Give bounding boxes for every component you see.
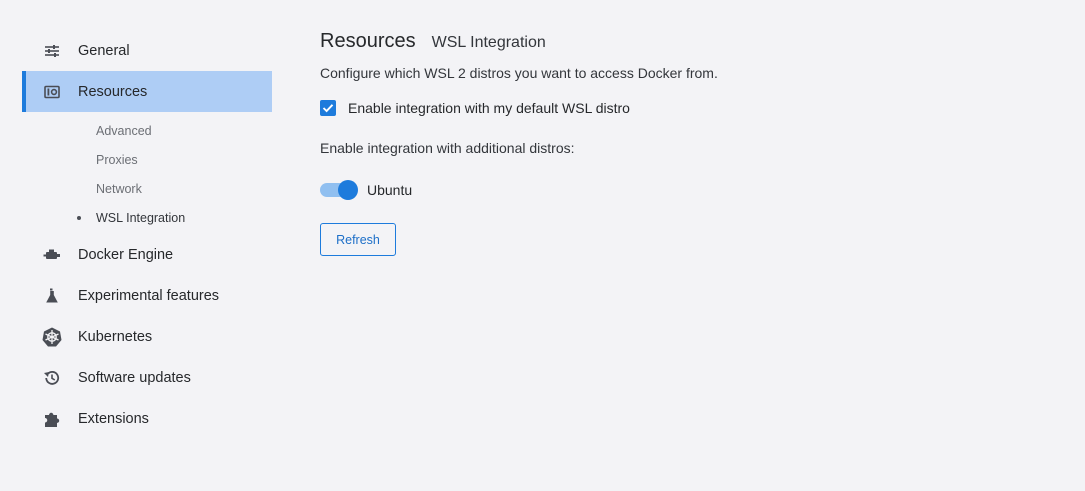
sidebar-item-kubernetes[interactable]: Kubernetes xyxy=(22,316,272,357)
sidebar-item-software-updates[interactable]: Software updates xyxy=(22,357,272,398)
settings-sidebar: General Resources Advanced Proxies Netwo… xyxy=(22,30,272,439)
distro-name: Ubuntu xyxy=(367,182,413,198)
sidebar-item-label: Extensions xyxy=(78,410,149,427)
history-icon xyxy=(42,368,62,388)
default-distro-row: Enable integration with my default WSL d… xyxy=(320,100,1020,116)
wsl-integration-panel: Resources WSL Integration Configure whic… xyxy=(320,30,1020,256)
sidebar-item-label: Experimental features xyxy=(78,287,220,304)
sidebar-item-extensions[interactable]: Extensions xyxy=(22,398,272,439)
default-distro-checkbox[interactable] xyxy=(320,100,336,116)
ubuntu-toggle[interactable] xyxy=(320,180,358,200)
resources-submenu: Advanced Proxies Network WSL Integration xyxy=(22,112,272,234)
sub-item-wsl-integration[interactable]: WSL Integration xyxy=(22,203,272,232)
sidebar-item-label: Software updates xyxy=(78,369,191,386)
kubernetes-icon xyxy=(42,327,62,347)
sidebar-item-label: Kubernetes xyxy=(78,328,153,345)
default-distro-label[interactable]: Enable integration with my default WSL d… xyxy=(348,100,630,116)
toggle-knob xyxy=(338,180,358,200)
sub-item-advanced[interactable]: Advanced xyxy=(22,116,272,145)
sidebar-item-label: Resources xyxy=(78,83,148,100)
sidebar-item-experimental-features[interactable]: Experimental features xyxy=(22,275,272,316)
additional-distros-label: Enable integration with additional distr… xyxy=(320,140,575,156)
sliders-icon xyxy=(42,41,62,61)
sub-item-label: WSL Integration xyxy=(96,210,186,225)
sidebar-item-resources[interactable]: Resources xyxy=(22,71,272,112)
sidebar-item-docker-engine[interactable]: Docker Engine xyxy=(22,234,272,275)
page-description: Configure which WSL 2 distros you want t… xyxy=(320,65,718,81)
sidebar-item-general[interactable]: General xyxy=(22,30,272,71)
sub-item-proxies[interactable]: Proxies xyxy=(22,145,272,174)
sub-item-network[interactable]: Network xyxy=(22,174,272,203)
resources-icon xyxy=(42,82,62,102)
sidebar-item-label: General xyxy=(78,42,130,59)
sidebar-item-label: Docker Engine xyxy=(78,246,174,263)
refresh-button[interactable]: Refresh xyxy=(320,223,396,256)
current-bullet xyxy=(77,215,81,220)
page-subtitle: WSL Integration xyxy=(431,34,546,51)
page-title: Resources xyxy=(320,30,416,52)
flask-icon xyxy=(42,286,62,306)
distro-row: Ubuntu xyxy=(320,180,1020,200)
puzzle-icon xyxy=(42,409,62,429)
page-header: Resources WSL Integration xyxy=(320,30,1020,53)
docker-engine-icon xyxy=(42,245,62,265)
